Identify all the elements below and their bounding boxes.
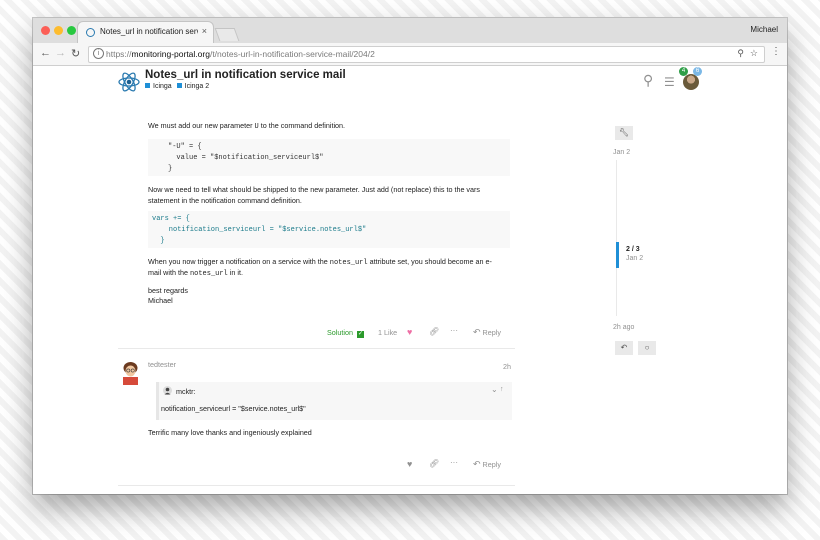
favicon-icon [86, 28, 95, 37]
reply-arrow-icon: ↶ [473, 327, 481, 337]
timeline-track[interactable] [616, 160, 617, 316]
category-icinga[interactable]: Icinga [153, 83, 172, 90]
current-user-avatar[interactable] [683, 74, 699, 90]
circle-icon[interactable]: ○ [638, 341, 656, 355]
browser-titlebar: Notes_url in notification servic × Micha… [33, 18, 787, 43]
url-protocol: https:// [106, 49, 132, 59]
info-icon[interactable]: i [93, 48, 104, 59]
solution-label: Solution [327, 328, 353, 337]
code-block: "-U" = { value = "$notification_serviceu… [148, 139, 510, 176]
code-block-text: "-U" = { value = "$notification_serviceu… [168, 143, 324, 173]
post-time[interactable]: 2h [503, 362, 511, 371]
code-block: vars += { notification_serviceurl = "$se… [148, 211, 510, 248]
post-divider [118, 348, 515, 349]
post-paragraph: mail with the notes_url in it. [148, 268, 243, 278]
post-divider [118, 485, 515, 486]
more-options-icon[interactable]: ··· [450, 458, 458, 467]
solution-button[interactable]: Solution ✓ [327, 328, 364, 338]
post-paragraph: statement in the notification command de… [148, 196, 302, 205]
heart-icon[interactable]: ♥ [407, 327, 412, 337]
wrench-icon[interactable]: 🔧︎ [615, 126, 633, 140]
post-paragraph: Terrific many love thanks and ingeniousl… [148, 428, 312, 437]
url-path: /t/notes-url-in-notification-service-mai… [209, 49, 375, 59]
tab-title: Notes_url in notification servic [100, 27, 198, 36]
profile-name[interactable]: Michael [750, 25, 778, 34]
link-icon[interactable]: 🔗︎ [429, 459, 439, 468]
quote-user-avatar[interactable] [163, 386, 172, 395]
browser-window: Notes_url in notification servic × Micha… [33, 18, 787, 494]
post-username[interactable]: tedtester [148, 360, 176, 369]
user-avatar-tedtester[interactable] [120, 360, 141, 385]
reply-arrow-icon: ↶ [473, 459, 481, 469]
post-paragraph: We must add our new parameter U to the c… [148, 121, 345, 131]
quote-username: mcktr: [176, 387, 196, 396]
post-paragraph: When you now trigger a notification on a… [148, 257, 492, 267]
inline-code: notes_url [329, 259, 368, 267]
quoted-post: mcktr: ⌄ ↑ notification_serviceurl = "$s… [156, 382, 512, 420]
reload-icon[interactable]: ↻ [71, 47, 80, 60]
timeline-end-date[interactable]: 2h ago [613, 324, 634, 331]
search-icon[interactable]: ⚲ [643, 72, 653, 89]
post-text-fragment: mail with the [148, 268, 190, 277]
notification-count-badge[interactable]: 4 [679, 67, 688, 76]
reply-label: Reply [482, 328, 501, 337]
timeline-handle[interactable] [616, 242, 619, 268]
close-window-button[interactable] [41, 26, 50, 35]
timeline-position: 2 / 3 [626, 246, 640, 253]
reply-button[interactable]: ↶ Reply [473, 459, 501, 470]
reply-icon[interactable]: ↶ [615, 341, 633, 355]
post-text-fragment: in it. [227, 268, 243, 277]
url-host: monitoring-portal.org [131, 49, 210, 59]
new-tab-button[interactable] [214, 28, 240, 41]
browser-toolbar: ← → ↻ i https://monitoring-portal.org/t/… [33, 43, 787, 66]
post-text-fragment: to the command definition. [258, 121, 346, 130]
code-block-text: vars += { notification_serviceurl = "$se… [152, 215, 367, 245]
inline-code: notes_url [189, 270, 228, 278]
zoom-window-button[interactable] [67, 26, 76, 35]
forward-icon[interactable]: → [55, 47, 66, 59]
link-icon[interactable]: 🔗︎ [429, 327, 439, 336]
likes-count[interactable]: 1 Like [378, 328, 397, 337]
post-text-fragment: We must add our new parameter [148, 121, 255, 130]
hamburger-menu-icon[interactable]: ☰ [664, 75, 675, 89]
category-breadcrumb: Icinga Icinga 2 [145, 83, 209, 90]
minimize-window-button[interactable] [54, 26, 63, 35]
post-signoff: Michael [148, 296, 173, 305]
post-text-fragment: attribute set, you should become an e- [367, 257, 492, 266]
category-color-swatch [145, 83, 150, 88]
message-count-badge[interactable]: 6 [693, 67, 702, 76]
jump-to-quote-icon[interactable]: ↑ [500, 386, 504, 393]
checkbox-icon: ✓ [356, 331, 364, 338]
category-color-swatch [176, 83, 182, 88]
expand-quote-icon[interactable]: ⌄ [491, 385, 498, 394]
reply-label: Reply [482, 460, 501, 469]
reply-button[interactable]: ↶ Reply [473, 327, 501, 338]
site-logo-icon[interactable] [117, 70, 141, 94]
address-bar[interactable]: i https://monitoring-portal.org/t/notes-… [88, 46, 765, 63]
url-text[interactable]: https://monitoring-portal.org/t/notes-ur… [106, 49, 375, 59]
zoom-search-icon[interactable]: ⚲ [737, 48, 744, 59]
topic-title[interactable]: Notes_url in notification service mail [145, 69, 346, 81]
more-options-icon[interactable]: ··· [450, 326, 458, 335]
bookmark-star-icon[interactable]: ☆ [750, 48, 758, 59]
timeline-position-date: Jan 2 [626, 255, 644, 262]
timeline-start-date[interactable]: Jan 2 [613, 149, 630, 156]
site-header: Notes_url in notification service mail I… [33, 66, 787, 100]
post-text-fragment: When you now trigger a notification on a… [148, 257, 330, 266]
page-content: Notes_url in notification service mail I… [33, 66, 787, 494]
quote-text: notification_serviceurl = "$service.note… [161, 404, 306, 413]
category-icinga-2[interactable]: Icinga 2 [185, 83, 210, 90]
close-tab-icon[interactable]: × [202, 26, 207, 36]
heart-icon[interactable]: ♥ [407, 459, 412, 469]
back-icon[interactable]: ← [40, 47, 51, 59]
browser-tab[interactable]: Notes_url in notification servic × [78, 22, 213, 43]
post-paragraph: Now we need to tell what should be shipp… [148, 185, 481, 194]
browser-menu-icon[interactable]: ⋮ [771, 46, 781, 57]
post-signoff: best regards [148, 286, 188, 295]
